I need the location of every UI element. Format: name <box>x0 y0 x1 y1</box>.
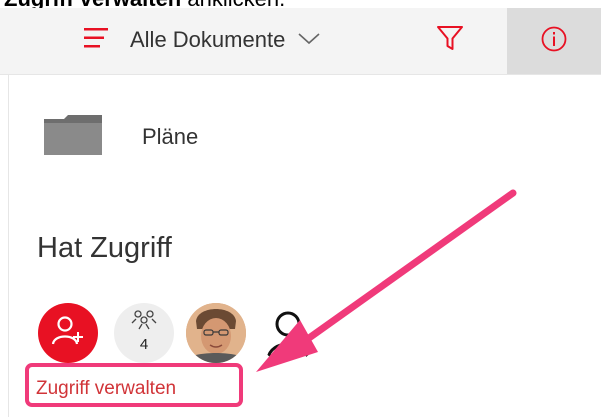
add-person-icon <box>50 313 86 354</box>
person-avatar[interactable] <box>258 303 318 363</box>
folder-icon <box>44 114 102 160</box>
access-avatars: 4 <box>38 303 358 363</box>
view-selector[interactable]: Alle Dokumente <box>84 20 323 60</box>
group-icon <box>130 309 158 336</box>
info-button[interactable] <box>507 8 601 74</box>
filter-button[interactable] <box>428 18 472 62</box>
filter-icon <box>435 23 465 58</box>
person-photo-icon <box>186 303 246 363</box>
view-selector-label: Alle Dokumente <box>130 27 286 52</box>
person-icon <box>258 311 318 363</box>
add-person-avatar[interactable] <box>38 303 98 363</box>
command-bar: Alle Dokumente <box>0 8 601 75</box>
user-photo-avatar[interactable] <box>186 303 246 363</box>
selected-file: Pläne <box>44 112 198 162</box>
group-avatar[interactable]: 4 <box>114 303 174 363</box>
info-icon <box>538 23 570 60</box>
has-access-heading: Hat Zugriff <box>37 232 172 264</box>
group-member-count: 4 <box>139 336 149 353</box>
manage-access-link[interactable]: Zugriff verwalten <box>36 378 176 400</box>
chevron-down-icon <box>295 28 323 53</box>
list-lines-icon <box>84 26 120 55</box>
pane-divider <box>8 74 9 417</box>
details-pane-screenshot: Zugriff verwalten anklicken. Alle Dokume… <box>0 0 601 417</box>
file-name: Pläne <box>142 124 199 149</box>
